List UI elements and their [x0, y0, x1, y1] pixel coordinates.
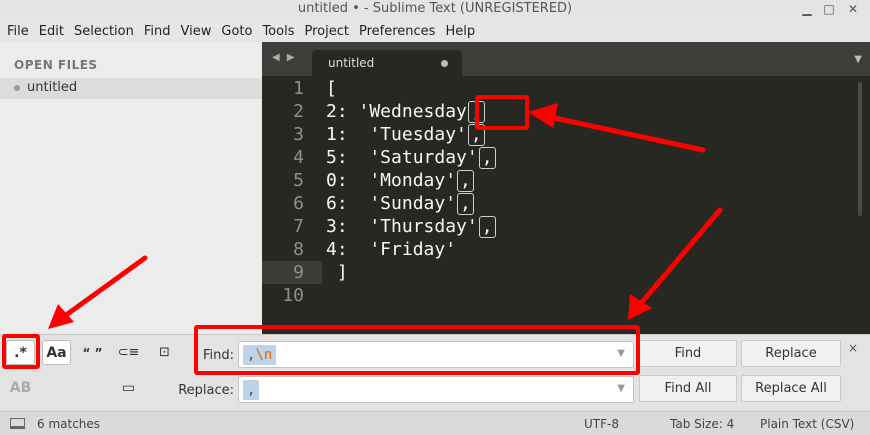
annotation-arrowhead-comma	[528, 103, 558, 128]
annotation-arrows	[48, 103, 723, 329]
annotation-arrow-to-comma	[542, 113, 706, 153]
annotation-arrow-to-regex	[59, 255, 148, 321]
annotation-arrowhead-regex	[48, 304, 74, 329]
annotation-arrow-to-find	[634, 207, 723, 311]
